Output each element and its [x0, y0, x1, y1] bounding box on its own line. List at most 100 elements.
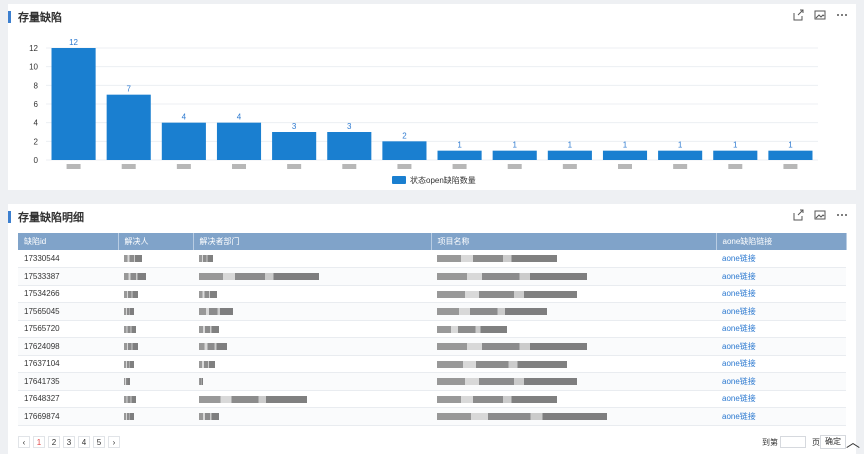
cell-resolver — [118, 267, 193, 286]
column-header-project[interactable]: 项目名称 — [431, 233, 717, 250]
image-icon[interactable] — [814, 9, 826, 21]
bar-value-label: 1 — [568, 141, 573, 150]
cell-department — [193, 372, 431, 391]
cell-aone-link[interactable]: aone链接 — [716, 390, 846, 408]
column-header-id[interactable]: 缺陷id — [18, 233, 119, 250]
aone-link[interactable]: aone链接 — [722, 272, 756, 281]
column-header-link[interactable]: aone缺陷链接 — [716, 233, 847, 250]
cell-aone-link[interactable]: aone链接 — [716, 407, 846, 426]
cell-aone-link[interactable]: aone链接 — [716, 285, 846, 303]
cell-project — [431, 267, 716, 286]
cell-aone-link[interactable]: aone链接 — [716, 302, 846, 321]
cell-defect-id: 17637104 — [18, 355, 118, 373]
prev-page-button[interactable]: ‹ — [18, 436, 30, 448]
y-tick-label: 4 — [34, 119, 39, 128]
bar-chart: 0 2 4 6 8 10 12 12 7 4 4 3 3 2 1 1 1 1 1 1 1 状态open缺陷数量 — [29, 38, 818, 185]
table-row[interactable]: 17669874 aone链接 — [18, 407, 846, 426]
confirm-button[interactable]: 确定 — [820, 435, 846, 449]
cell-resolver — [118, 285, 193, 303]
page-1-button[interactable]: 1 — [33, 436, 45, 448]
cell-aone-link[interactable]: aone链接 — [716, 337, 846, 356]
bar — [327, 132, 372, 160]
cell-defect-id: 17624098 — [18, 337, 118, 356]
x-tick-label-masked — [673, 164, 688, 169]
cell-project — [431, 355, 716, 373]
cell-project — [431, 302, 716, 321]
cell-defect-id: 17534266 — [18, 285, 118, 303]
aone-link[interactable]: aone链接 — [722, 412, 756, 421]
cell-project — [431, 372, 716, 391]
cell-defect-id: 17565720 — [18, 320, 118, 338]
aone-link[interactable]: aone链接 — [722, 289, 756, 298]
goto-label: 到第 — [762, 438, 778, 447]
column-header-department[interactable]: 解决者部门 — [193, 233, 432, 250]
legend-label: 状态open缺陷数量 — [410, 175, 476, 185]
cell-project — [431, 285, 716, 303]
back-to-top-icon[interactable]: ︿ — [846, 432, 860, 452]
cell-aone-link[interactable]: aone链接 — [716, 267, 846, 286]
cell-resolver — [118, 302, 193, 321]
share-icon[interactable] — [792, 9, 804, 21]
cell-defect-id: 17565045 — [18, 302, 118, 321]
table-row[interactable]: 17330544 aone链接 — [18, 250, 846, 268]
cell-aone-link[interactable]: aone链接 — [716, 320, 846, 338]
more-icon[interactable] — [836, 209, 848, 221]
image-icon[interactable] — [814, 209, 826, 221]
cell-aone-link[interactable]: aone链接 — [716, 372, 846, 391]
share-icon[interactable] — [792, 209, 804, 221]
bar-value-label: 4 — [182, 113, 187, 122]
legend-swatch — [392, 176, 406, 184]
bar — [492, 150, 537, 160]
x-tick-label-masked — [397, 164, 412, 169]
y-tick-label: 6 — [34, 100, 39, 109]
defect-detail-panel: 存量缺陷明细 缺陷id 解决人 解决者部门 项目名称 aone缺陷链接 1733… — [8, 204, 856, 454]
y-tick-label: 8 — [34, 81, 39, 90]
cell-defect-id: 17669874 — [18, 407, 118, 426]
panel-header: 存量缺陷 — [8, 4, 856, 30]
x-tick-label-masked — [562, 164, 577, 169]
cell-department — [193, 407, 431, 426]
cell-resolver — [118, 372, 193, 391]
y-tick-label: 12 — [29, 44, 38, 53]
page-4-button[interactable]: 4 — [78, 436, 90, 448]
column-header-resolver[interactable]: 解决人 — [118, 233, 194, 250]
cell-resolver — [118, 250, 193, 268]
cell-project — [431, 320, 716, 338]
bar-value-label: 2 — [402, 131, 407, 140]
bar — [382, 141, 427, 160]
cell-defect-id: 17641735 — [18, 372, 118, 391]
pagination: ‹ 1 2 3 4 5 › 到第 页 确定 — [18, 434, 846, 450]
defect-table: 缺陷id 解决人 解决者部门 项目名称 aone缺陷链接 17330544 aon… — [18, 233, 847, 426]
cell-aone-link[interactable]: aone链接 — [716, 355, 846, 373]
cell-defect-id: 17330544 — [18, 250, 118, 268]
aone-link[interactable]: aone链接 — [722, 324, 756, 333]
page-5-button[interactable]: 5 — [93, 436, 105, 448]
aone-link[interactable]: aone链接 — [722, 342, 756, 351]
aone-link[interactable]: aone链接 — [722, 359, 756, 368]
cell-project — [431, 337, 716, 356]
page-3-button[interactable]: 3 — [63, 436, 75, 448]
aone-link[interactable]: aone链接 — [722, 307, 756, 316]
x-tick-label-masked — [507, 164, 522, 169]
table-row[interactable]: 17648327 aone链接 — [18, 390, 846, 408]
page-2-button[interactable]: 2 — [48, 436, 60, 448]
cell-aone-link[interactable]: aone链接 — [716, 250, 846, 268]
next-page-button[interactable]: › — [108, 436, 120, 448]
cell-department — [193, 302, 431, 321]
table-row[interactable]: 17624098 aone链接 — [18, 337, 846, 356]
table-row[interactable]: 17641735 aone链接 — [18, 372, 846, 391]
table-row[interactable]: 17534266 aone链接 — [18, 285, 846, 303]
more-icon[interactable] — [836, 9, 848, 21]
table-row[interactable]: 17533387 aone链接 — [18, 267, 846, 286]
bar-value-label: 1 — [457, 141, 462, 150]
x-tick-label-masked — [618, 164, 632, 169]
x-tick-label-masked — [287, 164, 302, 169]
aone-link[interactable]: aone链接 — [722, 394, 756, 403]
aone-link[interactable]: aone链接 — [722, 254, 756, 263]
table-row[interactable]: 17565720 aone链接 — [18, 320, 846, 338]
table-row[interactable]: 17565045 aone链接 — [18, 302, 846, 321]
aone-link[interactable]: aone链接 — [722, 377, 756, 386]
table-row[interactable]: 17637104 aone链接 — [18, 355, 846, 373]
goto-page-input[interactable] — [780, 436, 806, 448]
table-header-row: 缺陷id 解决人 解决者部门 项目名称 aone缺陷链接 — [18, 233, 847, 250]
